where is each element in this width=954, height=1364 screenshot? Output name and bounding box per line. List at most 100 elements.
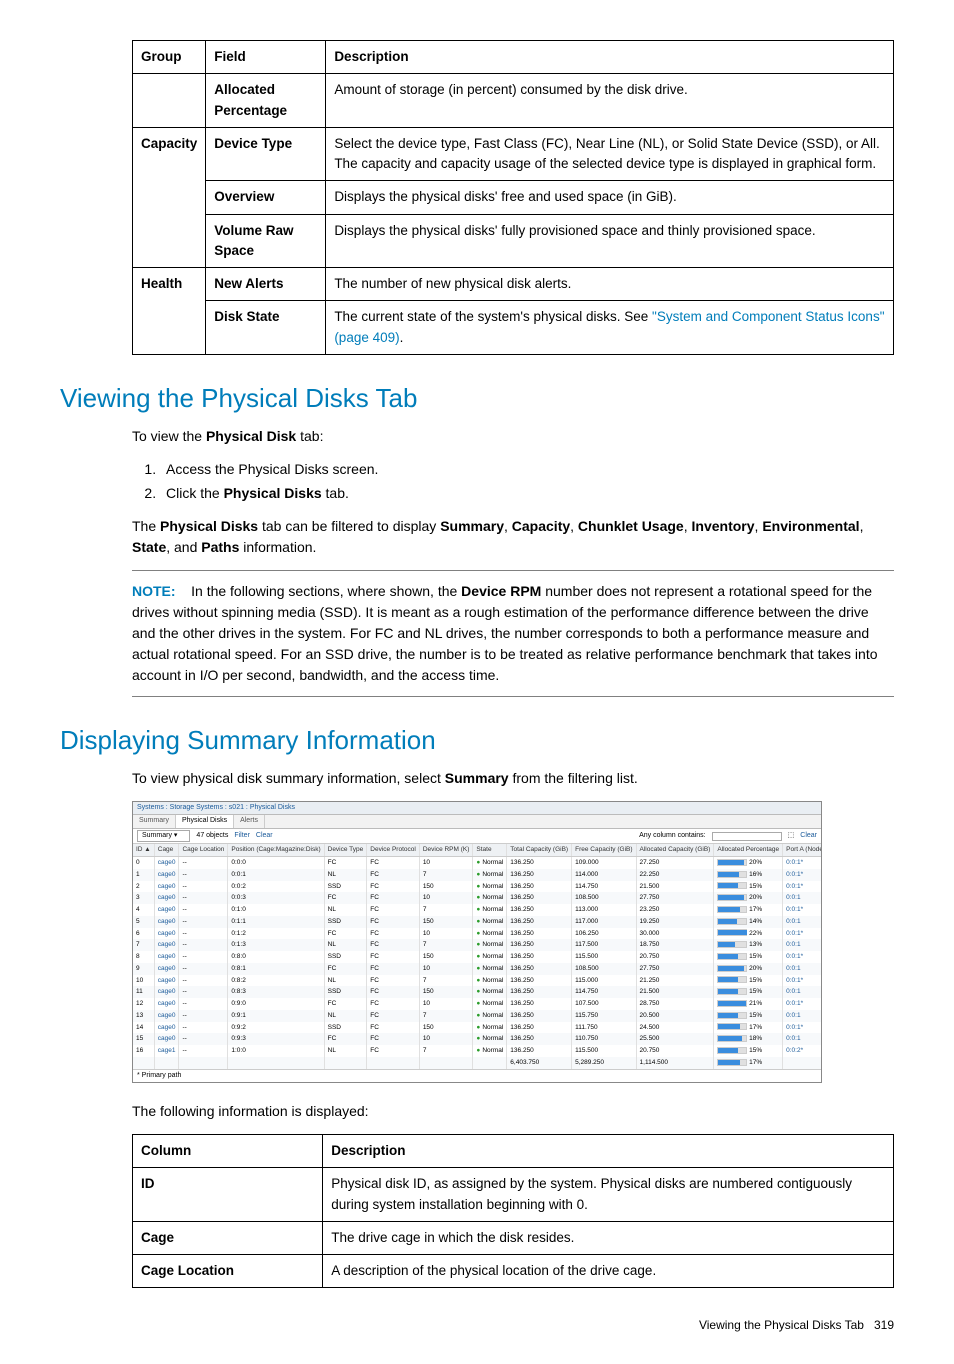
cell-state: Normal — [473, 1010, 507, 1022]
table-row[interactable]: 3cage0--0:0:3FCFC10Normal136.250108.5002… — [133, 892, 821, 904]
grid-cell: SSD — [324, 1022, 367, 1034]
grid-cell: 0:0:3 — [228, 892, 324, 904]
page-footer: Viewing the Physical Disks Tab 319 — [60, 1316, 894, 1334]
physical-disks-grid[interactable]: ID ▲CageCage LocationPosition (Cage:Maga… — [133, 844, 821, 1068]
table-row[interactable]: 15cage0--0:9:3FCFC10Normal136.250110.750… — [133, 1033, 821, 1045]
grid-cell: 150 — [419, 1022, 473, 1034]
grid-cell: 0:9:0 — [228, 998, 324, 1010]
desc-cell: Displays the physical disks' free and us… — [326, 181, 894, 214]
table-row[interactable]: 4cage0--0:1:0NLFC7Normal136.250113.00023… — [133, 904, 821, 916]
grid-cell: FC — [324, 963, 367, 975]
cell-pct: 20% — [714, 892, 783, 904]
table-row[interactable]: 0cage0--0:0:0FCFC10Normal136.250109.0002… — [133, 857, 821, 869]
cell-state: Normal — [473, 951, 507, 963]
desc-cell: Select the device type, Fast Class (FC),… — [326, 127, 894, 181]
grid-cell: -- — [179, 857, 228, 869]
cross-ref-link[interactable]: "System and Component Status Icons" (pag… — [334, 309, 884, 344]
cell-id: 16 — [133, 1045, 154, 1057]
table-row[interactable]: 9cage0--0:8:1FCFC10Normal136.250108.5002… — [133, 963, 821, 975]
grid-cell: -- — [179, 1022, 228, 1034]
grid-cell: 114.750 — [572, 881, 636, 893]
table-row[interactable]: 6cage0--0:1:2FCFC10Normal136.250106.2503… — [133, 928, 821, 940]
grid-cell: FC — [367, 939, 420, 951]
grid-cell: 0:9:1 — [228, 1010, 324, 1022]
grid-cell: -- — [179, 916, 228, 928]
grid-col-header[interactable]: Device Protocol — [367, 844, 420, 856]
grid-col-header[interactable]: Device Type — [324, 844, 367, 856]
grid-cell: 0:0:1* — [783, 928, 821, 940]
note-box: NOTE: In the following sections, where s… — [132, 570, 894, 697]
grid-cell: 136.250 — [507, 881, 572, 893]
export-icon[interactable]: ⬚ — [788, 831, 795, 842]
table-row[interactable]: 2cage0--0:0:2SSDFC150Normal136.250114.75… — [133, 881, 821, 893]
table-row[interactable]: 8cage0--0:8:0SSDFC150Normal136.250115.50… — [133, 951, 821, 963]
grid-cell: 113.000 — [572, 904, 636, 916]
grid-col-header[interactable]: Allocated Percentage — [714, 844, 783, 856]
grid-cell: 150 — [419, 951, 473, 963]
table-row[interactable]: 10cage0--0:8:2NLFC7Normal136.250115.0002… — [133, 975, 821, 987]
physical-disks-screenshot: Systems : Storage Systems : s021 : Physi… — [132, 801, 822, 1083]
grid-col-header[interactable]: Device RPM (K) — [419, 844, 473, 856]
cell-cage: cage0 — [154, 916, 179, 928]
tab-physical-disks[interactable]: Physical Disks — [176, 815, 234, 828]
grid-cell: 6,403.750 — [507, 1057, 572, 1069]
grid-col-header[interactable]: Position (Cage:Magazine:Disk) — [228, 844, 324, 856]
tab-summary[interactable]: Summary — [133, 815, 176, 828]
cell-pct: 20% — [714, 963, 783, 975]
grid-cell: 136.250 — [507, 928, 572, 940]
grid-cell: 10 — [419, 998, 473, 1010]
grid-cell: 20.750 — [636, 951, 714, 963]
filter-link[interactable]: Filter — [234, 831, 250, 842]
clear-link-2[interactable]: Clear — [800, 831, 817, 842]
grid-cell: 7 — [419, 1010, 473, 1022]
filter-select[interactable]: Summary ▾ — [137, 830, 190, 843]
table-row[interactable]: 13cage0--0:9:1NLFC7Normal136.250115.7502… — [133, 1010, 821, 1022]
table-row[interactable]: 12cage0--0:9:0FCFC10Normal136.250107.500… — [133, 998, 821, 1010]
col-field: Field — [206, 41, 326, 74]
table-row[interactable]: 14cage0--0:9:2SSDFC150Normal136.250111.7… — [133, 1022, 821, 1034]
grid-col-header[interactable]: Cage Location — [179, 844, 228, 856]
cell-id: 15 — [133, 1033, 154, 1045]
cell-pct: 15% — [714, 881, 783, 893]
cell-state: Normal — [473, 1045, 507, 1057]
search-input[interactable] — [712, 832, 782, 841]
col-group: Group — [133, 41, 206, 74]
grid-col-header[interactable]: Port A (Node:Slot:Port) — [783, 844, 821, 856]
grid-col-header[interactable]: Cage — [154, 844, 179, 856]
grid-cell: NL — [324, 1045, 367, 1057]
grid-cell: FC — [367, 986, 420, 998]
grid-cell: 0:0:1 — [783, 939, 821, 951]
table-row[interactable]: 16cage1--1:0:0NLFC7Normal136.250115.5002… — [133, 1045, 821, 1057]
table-row[interactable]: 1cage0--0:0:1NLFC7Normal136.250114.00022… — [133, 869, 821, 881]
cell-id: 2 — [133, 881, 154, 893]
cell-id: 11 — [133, 986, 154, 998]
grid-col-header[interactable]: State — [473, 844, 507, 856]
tab-alerts[interactable]: Alerts — [234, 815, 265, 828]
table-row[interactable]: 5cage0--0:1:1SSDFC150Normal136.250117.00… — [133, 916, 821, 928]
cell-state: Normal — [473, 892, 507, 904]
table-row[interactable]: 11cage0--0:8:3SSDFC150Normal136.250114.7… — [133, 986, 821, 998]
grid-cell: SSD — [324, 951, 367, 963]
intro-text: To view the Physical Disk tab: — [132, 426, 894, 447]
grid-col-header[interactable]: ID ▲ — [133, 844, 154, 856]
clear-link[interactable]: Clear — [256, 831, 273, 842]
cell-cage: cage0 — [154, 1033, 179, 1045]
cell-cage: cage0 — [154, 892, 179, 904]
cell-state: Normal — [473, 869, 507, 881]
field-cell: New Alerts — [206, 268, 326, 301]
cell-cage: cage0 — [154, 939, 179, 951]
cell-state: Normal — [473, 975, 507, 987]
cell-cage: cage1 — [154, 1045, 179, 1057]
cell-id: 13 — [133, 1010, 154, 1022]
group-field-description-table: Group Field Description Allocated Percen… — [132, 40, 894, 355]
table-row[interactable]: 7cage0--0:1:3NLFC7Normal136.250117.50018… — [133, 939, 821, 951]
grid-cell: 150 — [419, 916, 473, 928]
grid-cell: -- — [179, 963, 228, 975]
grid-col-header[interactable]: Total Capacity (GiB) — [507, 844, 572, 856]
grid-cell: 0:0:1 — [783, 963, 821, 975]
grid-cell: 0:0:1* — [783, 998, 821, 1010]
grid-col-header[interactable]: Free Capacity (GiB) — [572, 844, 636, 856]
grid-cell: 10 — [419, 928, 473, 940]
grid-col-header[interactable]: Allocated Capacity (GiB) — [636, 844, 714, 856]
grid-cell: 24.500 — [636, 1022, 714, 1034]
